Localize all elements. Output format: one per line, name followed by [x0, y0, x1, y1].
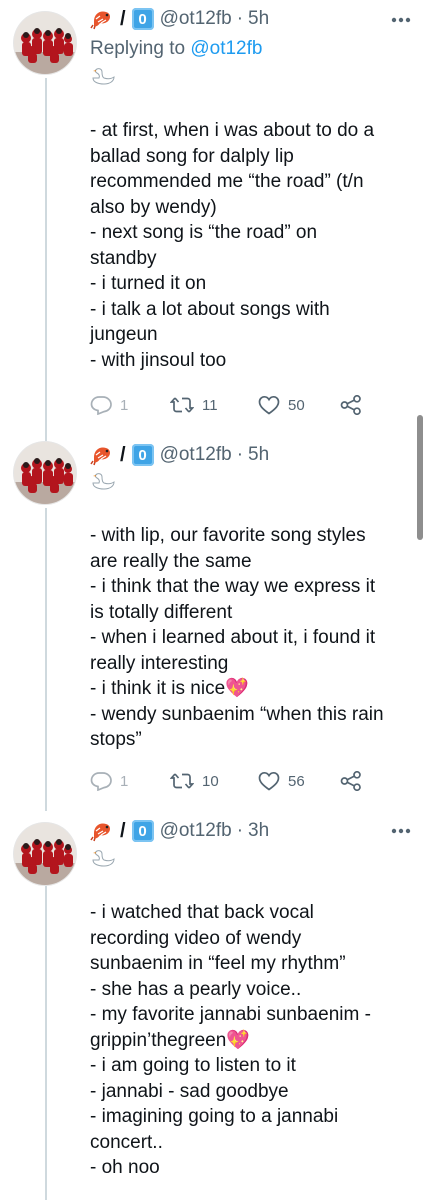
share-icon	[340, 771, 361, 791]
tweet-text: - i watched that back vocal recording vi…	[90, 902, 371, 1178]
timestamp[interactable]: 5h	[248, 8, 269, 30]
tweet-actions: 1 11 50	[90, 395, 370, 419]
more-icon[interactable]	[391, 17, 411, 23]
reply-icon	[90, 396, 112, 415]
more-icon[interactable]	[391, 828, 411, 834]
retweet-count: 10	[202, 772, 219, 790]
dot-separator: ·	[236, 444, 244, 465]
timestamp[interactable]: 3h	[248, 820, 269, 842]
swan-icon	[92, 68, 115, 85]
timestamp[interactable]: 5h	[248, 444, 269, 466]
like-count: 50	[288, 396, 305, 414]
shrimp-icon	[90, 447, 110, 466]
avatar[interactable]	[14, 12, 76, 74]
tweet-text: - at first, when i was about to do a bal…	[90, 120, 375, 371]
tweet[interactable]: / 0 @ot12fb · 5h Replying to @ot12fb - a…	[0, 0, 423, 440]
reply-icon	[90, 772, 112, 791]
user-handle[interactable]: @ot12fb	[160, 820, 232, 842]
tweet-header: / 0 @ot12fb · 5h	[90, 441, 269, 469]
like-button[interactable]: 56	[258, 771, 305, 791]
dot-separator: ·	[236, 8, 244, 29]
swan-icon	[92, 850, 115, 867]
tweet-actions: 1 10 56	[90, 771, 370, 795]
keycap-zero-emoji: 0	[131, 8, 154, 30]
heart-icon	[258, 771, 280, 791]
tweet-header: / 0 @ot12fb · 3h	[90, 817, 269, 845]
separator: /	[120, 819, 126, 842]
separator: /	[120, 443, 126, 466]
keycap-zero-emoji: 0	[131, 820, 154, 842]
retweet-icon	[170, 397, 194, 413]
reply-count: 1	[120, 772, 129, 790]
shrimp-icon	[90, 823, 110, 842]
retweet-button[interactable]: 10	[170, 771, 219, 791]
tweet[interactable]: / 0 @ot12fb · 3h - i watched that back v…	[0, 810, 423, 1200]
separator: /	[120, 7, 126, 30]
retweet-icon	[170, 773, 194, 789]
replying-to-link[interactable]: @ot12fb	[190, 38, 262, 59]
replying-to-label: Replying to	[90, 38, 191, 59]
share-icon	[340, 395, 361, 415]
reply-count: 1	[120, 396, 129, 414]
avatar[interactable]	[14, 442, 76, 504]
reply-button[interactable]: 1	[90, 395, 128, 415]
share-button[interactable]	[340, 771, 370, 791]
replying-to: Replying to @ot12fb	[90, 38, 262, 60]
swan-icon	[92, 473, 115, 490]
tweet-text: - with lip, our favorite song styles are…	[90, 525, 384, 750]
retweet-button[interactable]: 11	[170, 395, 218, 415]
heart-icon	[258, 395, 280, 415]
avatar[interactable]	[14, 823, 76, 885]
like-count: 56	[288, 772, 305, 790]
tweet-header: / 0 @ot12fb · 5h	[90, 5, 269, 33]
tweet[interactable]: / 0 @ot12fb · 5h - with lip, our favorit…	[0, 425, 423, 815]
like-button[interactable]: 50	[258, 395, 305, 415]
dot-separator: ·	[236, 820, 244, 841]
reply-button[interactable]: 1	[90, 771, 128, 791]
user-handle[interactable]: @ot12fb	[160, 444, 232, 466]
shrimp-icon	[90, 11, 110, 30]
share-button[interactable]	[340, 395, 370, 415]
retweet-count: 11	[202, 396, 218, 414]
keycap-zero-emoji: 0	[131, 444, 154, 466]
user-handle[interactable]: @ot12fb	[160, 8, 232, 30]
